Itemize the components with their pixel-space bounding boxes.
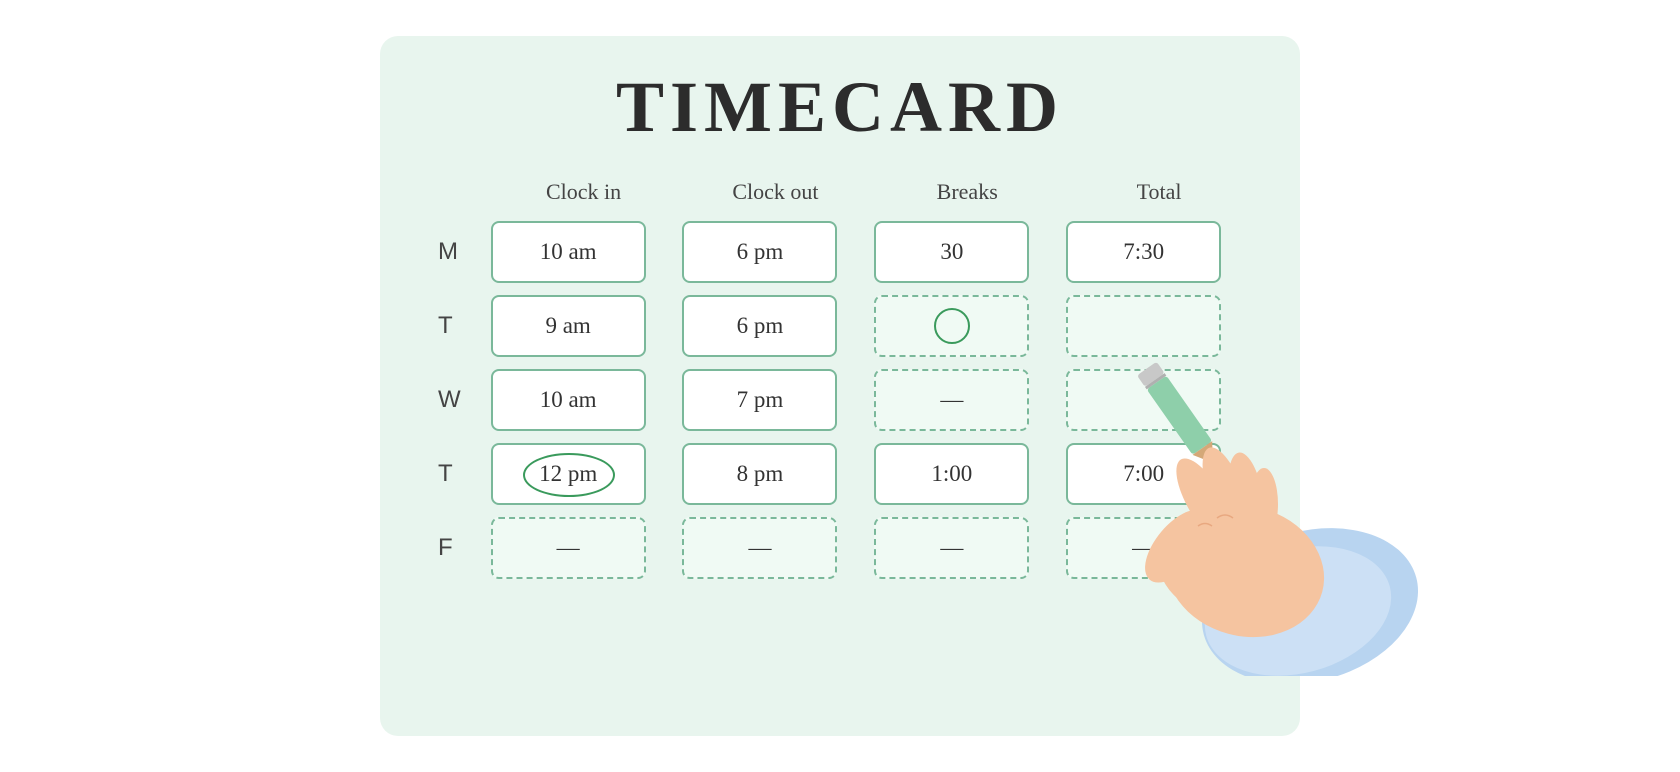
cell-clock_in: 9 am — [491, 295, 646, 357]
cell-clock_out: — — [682, 517, 837, 579]
break-circle — [934, 308, 970, 344]
cell-clock_out: 7 pm — [682, 369, 837, 431]
cell-breaks: 30 — [874, 221, 1029, 283]
cell-clock_in: 12 pm — [491, 443, 646, 505]
cell-total: — — [1066, 517, 1221, 579]
table-row: T 9 am 6 pm — [430, 289, 1250, 363]
timecard-table: Clock in Clock out Breaks Total M 10 am 6 … — [430, 179, 1250, 585]
cell-total: 7:00 — [1066, 443, 1221, 505]
cell-clock_in: — — [491, 517, 646, 579]
table-row: F — — — — — [430, 511, 1250, 585]
col-header-clock-in: Clock in — [483, 179, 675, 215]
cell-breaks: — — [874, 369, 1029, 431]
table-row: W 10 am 7 pm — — [430, 363, 1250, 437]
cell-total — [1066, 369, 1221, 431]
circled-value: 12 pm — [539, 461, 597, 487]
cell-breaks: 1:00 — [874, 443, 1029, 505]
table-row: T 12 pm 8 pm 1:00 7:00 — [430, 437, 1250, 511]
page-title: TIMECARD — [616, 66, 1064, 149]
col-header-breaks: Breaks — [866, 179, 1058, 215]
col-header-total: Total — [1058, 179, 1250, 215]
cell-breaks — [874, 295, 1029, 357]
cell-total — [1066, 295, 1221, 357]
cell-total: 7:30 — [1066, 221, 1221, 283]
cell-clock_out: 6 pm — [682, 221, 837, 283]
col-header-clock-out: Clock out — [674, 179, 866, 215]
day-label: F — [438, 534, 467, 561]
table-row: M 10 am 6 pm 30 7:30 — [430, 215, 1250, 289]
day-label: T — [438, 460, 467, 487]
day-label: M — [438, 238, 472, 265]
cell-clock_in: 10 am — [491, 369, 646, 431]
day-label: W — [438, 386, 475, 413]
timecard-card: TIMECARD Clock in Clock out Breaks Total… — [380, 36, 1300, 736]
cell-clock_out: 6 pm — [682, 295, 837, 357]
day-label: T — [438, 312, 467, 339]
cell-clock_in: 10 am — [491, 221, 646, 283]
cell-breaks: — — [874, 517, 1029, 579]
cell-clock_out: 8 pm — [682, 443, 837, 505]
